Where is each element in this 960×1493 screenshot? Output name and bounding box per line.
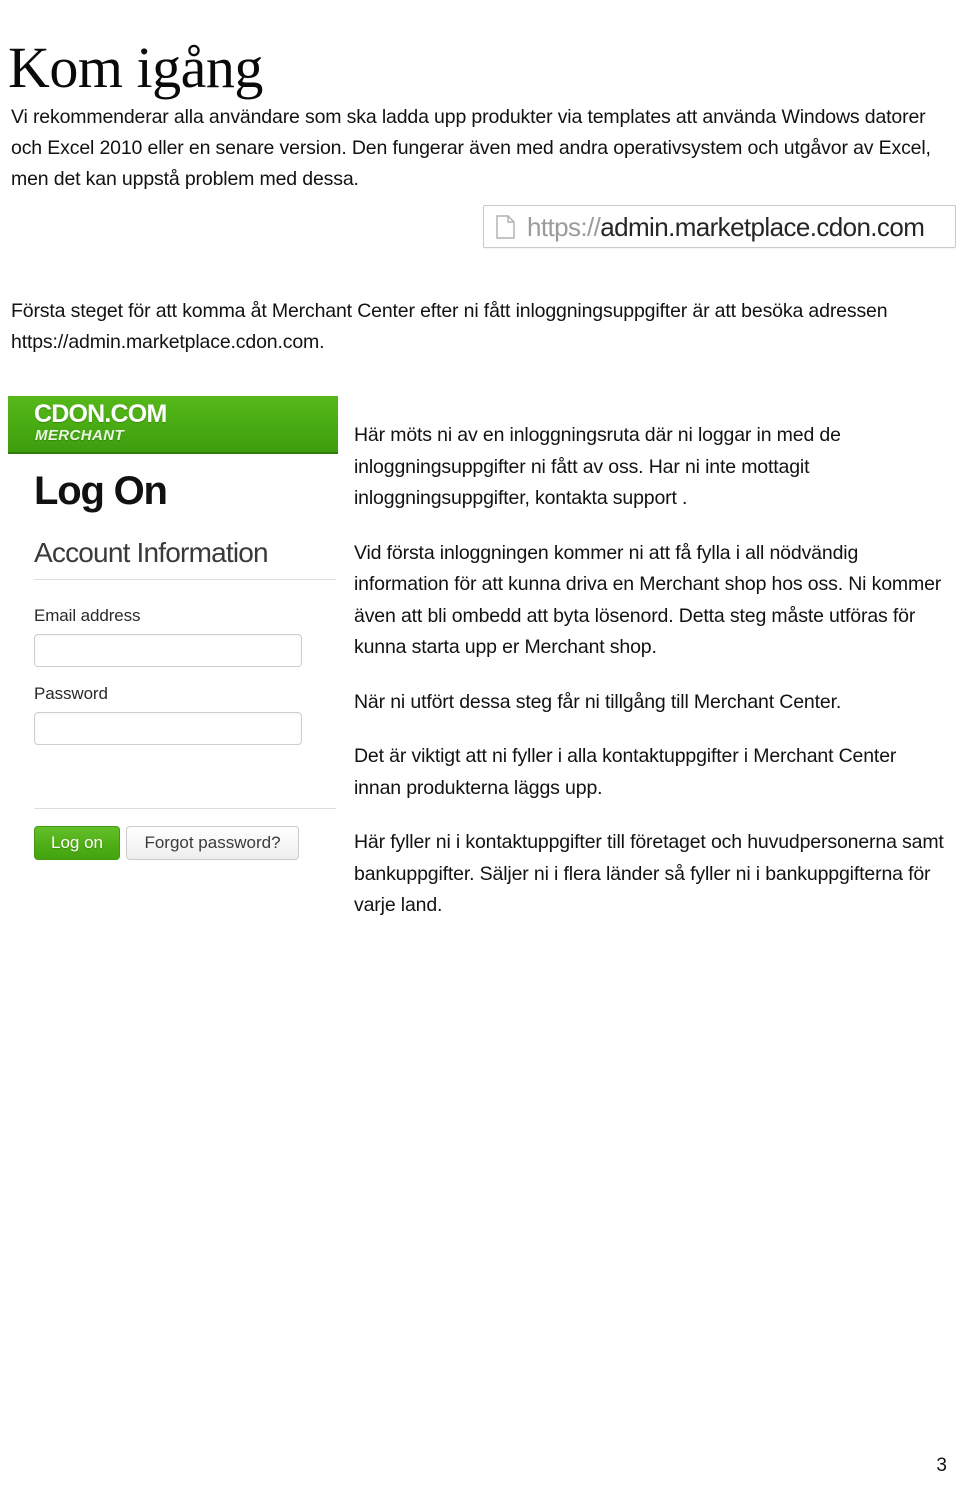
forgot-password-button[interactable]: Forgot password? <box>126 826 299 860</box>
intro-paragraph: Vi rekommenderar alla användare som ska … <box>11 105 931 190</box>
url-text: https://admin.marketplace.cdon.com <box>527 211 925 242</box>
section-divider-top <box>34 579 336 580</box>
right-paragraph-1: Här möts ni av en inloggningsruta där ni… <box>354 424 841 509</box>
address-paragraph: Första steget för att komma åt Merchant … <box>11 299 888 353</box>
password-field-label: Password <box>34 684 108 703</box>
url-bar-screenshot: https://admin.marketplace.cdon.com <box>483 205 956 248</box>
page-number: 3 <box>936 1455 947 1476</box>
brand-subtitle: MERCHANT <box>35 427 125 444</box>
section-divider-bottom <box>34 808 336 809</box>
email-input[interactable] <box>34 634 302 667</box>
document-page: Kom igång Vi rekommenderar alla användar… <box>0 0 960 1493</box>
right-paragraph-5: Här fyller ni i kontaktuppgifter till fö… <box>354 831 944 916</box>
right-column: Här möts ni av en inloggningsruta där ni… <box>354 420 944 922</box>
account-information-heading: Account Information <box>34 537 269 568</box>
right-paragraph-4: Det är viktigt att ni fyller i alla kont… <box>354 745 897 799</box>
log-on-button[interactable]: Log on <box>34 826 120 860</box>
log-on-heading: Log On <box>34 469 168 513</box>
password-input[interactable] <box>34 712 302 745</box>
page-title: Kom igång <box>8 34 263 100</box>
url-host: admin.marketplace.cdon.com <box>600 211 925 242</box>
right-paragraph-3: När ni utfört dessa steg får ni tillgång… <box>354 690 842 713</box>
login-form-screenshot: CDON.COM MERCHANT Log On Account Informa… <box>8 396 338 862</box>
brand-name: CDON.COM <box>34 400 167 428</box>
url-scheme: https:// <box>527 211 601 242</box>
document-icon <box>496 214 515 239</box>
email-field-label: Email address <box>34 606 141 625</box>
right-paragraph-2: Vid första inloggningen kommer ni att få… <box>354 541 942 659</box>
